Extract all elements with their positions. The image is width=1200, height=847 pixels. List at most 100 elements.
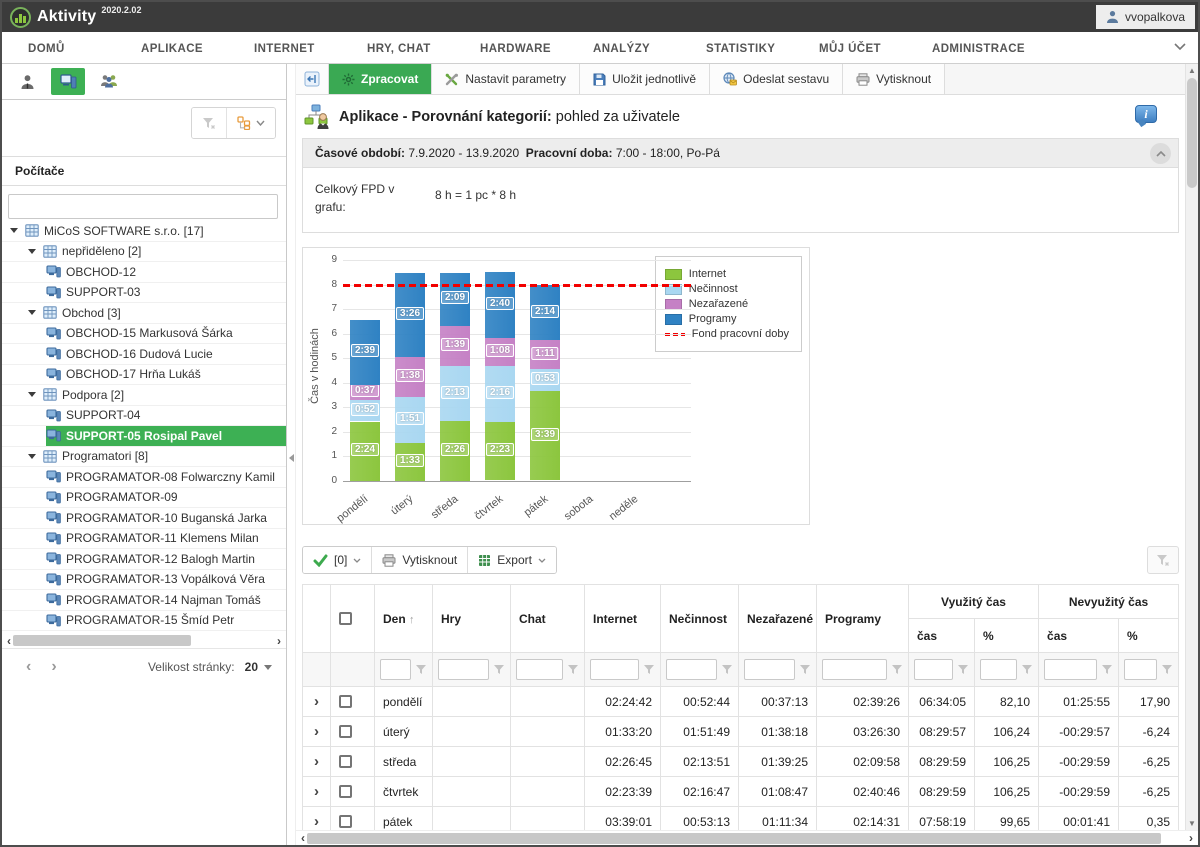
page-size-select[interactable]: 20 bbox=[245, 660, 272, 674]
subheader-unused-pct[interactable]: % bbox=[1119, 619, 1179, 653]
user-badge[interactable]: vvopalkova bbox=[1096, 5, 1195, 29]
process-button[interactable]: Zpracovat bbox=[329, 64, 432, 94]
scroll-right-icon[interactable]: › bbox=[275, 636, 283, 646]
tree-item[interactable]: PROGRAMATOR-11 Klemens Milan bbox=[2, 529, 286, 550]
tree-item[interactable]: MiCoS SOFTWARE s.r.o. [17] bbox=[2, 221, 286, 242]
filter-funnel-icon[interactable] bbox=[721, 664, 733, 675]
subheader-used-time[interactable]: čas bbox=[909, 619, 975, 653]
filter-funnel-icon[interactable] bbox=[415, 664, 427, 675]
scroll-down-icon[interactable]: ▼ bbox=[1186, 819, 1198, 828]
column-header-chat[interactable]: Chat bbox=[511, 585, 585, 653]
filter-funnel-icon[interactable] bbox=[567, 664, 579, 675]
expand-arrow-icon[interactable] bbox=[28, 310, 36, 315]
row-expander-icon[interactable]: › bbox=[314, 723, 319, 740]
page-next-button[interactable]: › bbox=[41, 658, 66, 676]
scroll-left-icon[interactable]: ‹ bbox=[299, 833, 307, 843]
tree-item[interactable]: OBCHOD-15 Markusová Šárka bbox=[2, 324, 286, 345]
table-print-button[interactable]: Vytisknout bbox=[372, 547, 468, 573]
table-clear-filter-button[interactable] bbox=[1147, 546, 1179, 574]
filter-input[interactable] bbox=[914, 659, 953, 680]
menu-item-hardware[interactable]: HARDWARE bbox=[480, 43, 593, 55]
tree-item[interactable]: SUPPORT-05 Rosipal Pavel bbox=[2, 426, 286, 447]
print-button[interactable]: Vytisknout bbox=[843, 64, 945, 94]
menu-item-hry-chat[interactable]: HRY, CHAT bbox=[367, 43, 480, 55]
expand-arrow-icon[interactable] bbox=[10, 228, 18, 233]
tree-item[interactable]: SUPPORT-04 bbox=[2, 406, 286, 427]
scroll-right-icon[interactable]: › bbox=[1187, 833, 1195, 843]
tree-item[interactable]: OBCHOD-16 Dudová Lucie bbox=[2, 344, 286, 365]
table-row[interactable]: ›středa02:26:4502:13:5101:39:2502:09:580… bbox=[303, 747, 1179, 777]
tab-groups[interactable] bbox=[92, 68, 126, 95]
subheader-used-pct[interactable]: % bbox=[975, 619, 1039, 653]
menu-item-aplikace[interactable]: APLIKACE bbox=[141, 43, 254, 55]
filter-funnel-icon[interactable] bbox=[1101, 664, 1113, 675]
expand-arrow-icon[interactable] bbox=[28, 454, 36, 459]
table-row[interactable]: ›úterý01:33:2001:51:4901:38:1803:26:3008… bbox=[303, 717, 1179, 747]
row-checkbox[interactable] bbox=[339, 725, 352, 738]
row-checkbox[interactable] bbox=[339, 755, 352, 768]
table-row[interactable]: ›čtvrtek02:23:3902:16:4701:08:4702:40:46… bbox=[303, 777, 1179, 807]
filter-funnel-icon[interactable] bbox=[957, 664, 969, 675]
selection-menu-button[interactable]: [0] bbox=[303, 547, 372, 573]
tree-item[interactable]: Podpora [2] bbox=[2, 385, 286, 406]
tree-item[interactable]: PROGRAMATOR-09 bbox=[2, 488, 286, 509]
menu-item-m-j-et[interactable]: MŮJ ÚČET bbox=[819, 43, 932, 55]
filter-input[interactable] bbox=[744, 659, 795, 680]
row-checkbox[interactable] bbox=[339, 785, 352, 798]
filter-input[interactable] bbox=[1044, 659, 1097, 680]
filter-input[interactable] bbox=[590, 659, 639, 680]
set-parameters-button[interactable]: Nastavit parametry bbox=[432, 64, 580, 94]
select-all-checkbox[interactable] bbox=[339, 612, 352, 625]
row-expander-icon[interactable]: › bbox=[314, 783, 319, 800]
save-individually-button[interactable]: Uložit jednotlivě bbox=[580, 64, 710, 94]
tab-users[interactable] bbox=[10, 68, 44, 95]
menu-item-statistiky[interactable]: STATISTIKY bbox=[706, 43, 819, 55]
expand-arrow-icon[interactable] bbox=[28, 249, 36, 254]
tree-item[interactable]: Programatori [8] bbox=[2, 447, 286, 468]
filter-input[interactable] bbox=[516, 659, 563, 680]
filter-input[interactable] bbox=[666, 659, 717, 680]
row-checkbox[interactable] bbox=[339, 695, 352, 708]
menu-item-administrace[interactable]: ADMINISTRACE bbox=[932, 43, 1045, 55]
info-bubble-icon[interactable]: i bbox=[1135, 105, 1157, 123]
expand-arrow-icon[interactable] bbox=[28, 392, 36, 397]
filter-input[interactable] bbox=[1124, 659, 1157, 680]
filter-funnel-icon[interactable] bbox=[799, 664, 811, 675]
filter-input[interactable] bbox=[438, 659, 489, 680]
menu-overflow-chevron-icon[interactable] bbox=[1174, 43, 1186, 51]
toggle-panel-button[interactable] bbox=[296, 64, 329, 94]
row-expander-icon[interactable]: › bbox=[314, 813, 319, 830]
filter-funnel-icon[interactable] bbox=[1021, 664, 1033, 675]
tree-search-input[interactable] bbox=[8, 194, 278, 219]
column-header-hry[interactable]: Hry bbox=[433, 585, 511, 653]
filter-funnel-icon[interactable] bbox=[493, 664, 505, 675]
tree-item[interactable]: PROGRAMATOR-08 Folwarczny Kamil bbox=[2, 467, 286, 488]
tree-item[interactable]: OBCHOD-17 Hrňa Lukáš bbox=[2, 365, 286, 386]
tree-item[interactable]: SUPPORT-03 bbox=[2, 283, 286, 304]
page-prev-button[interactable]: ‹ bbox=[16, 658, 41, 676]
row-checkbox[interactable] bbox=[339, 815, 352, 828]
column-header-den[interactable]: Den ↑ bbox=[375, 585, 433, 653]
export-button[interactable]: Export bbox=[468, 547, 556, 573]
menu-item-internet[interactable]: INTERNET bbox=[254, 43, 367, 55]
panel-divider[interactable] bbox=[287, 64, 296, 845]
filter-funnel-icon[interactable] bbox=[1161, 664, 1173, 675]
collapse-sidebar-icon[interactable] bbox=[289, 454, 294, 462]
tree-view-options-button[interactable] bbox=[227, 108, 275, 138]
scroll-up-icon[interactable]: ▲ bbox=[1186, 66, 1198, 75]
tree-item[interactable]: nepřiděleno [2] bbox=[2, 242, 286, 263]
scroll-left-icon[interactable]: ‹ bbox=[5, 636, 13, 646]
main-horizontal-scrollbar[interactable]: ‹ › bbox=[296, 830, 1198, 845]
tree-item[interactable]: OBCHOD-12 bbox=[2, 262, 286, 283]
tree-item[interactable]: PROGRAMATOR-15 Šmíd Petr bbox=[2, 611, 286, 632]
row-expander-icon[interactable]: › bbox=[314, 693, 319, 710]
filter-funnel-icon[interactable] bbox=[643, 664, 655, 675]
row-expander-icon[interactable]: › bbox=[314, 753, 319, 770]
sidebar-horizontal-scrollbar[interactable]: ‹ › bbox=[2, 633, 286, 648]
clear-filter-button[interactable] bbox=[192, 108, 227, 138]
subheader-unused-time[interactable]: čas bbox=[1039, 619, 1119, 653]
tree-item[interactable]: PROGRAMATOR-14 Najman Tomáš bbox=[2, 590, 286, 611]
filter-input[interactable] bbox=[380, 659, 411, 680]
send-report-button[interactable]: Odeslat sestavu bbox=[710, 64, 843, 94]
menu-item-dom-[interactable]: DOMŮ bbox=[28, 43, 141, 55]
